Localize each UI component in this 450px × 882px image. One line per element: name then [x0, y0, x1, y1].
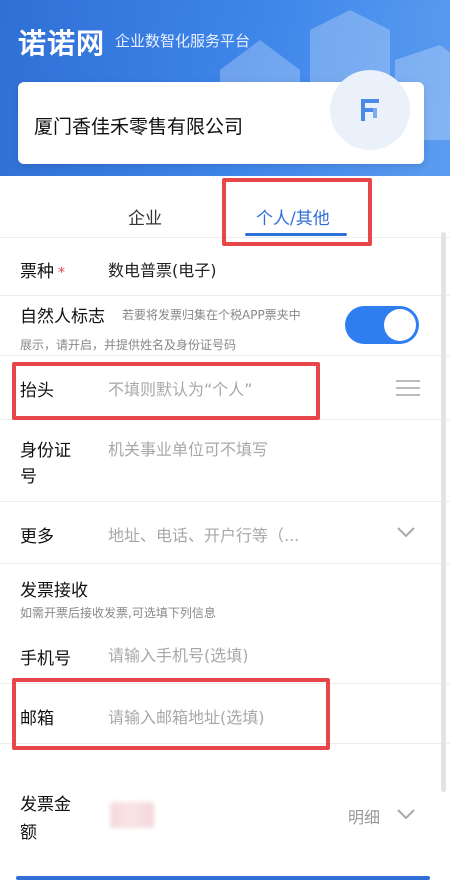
more-row: 更多 地址、电话、开户行等（... — [0, 502, 450, 564]
id-number-label-line1: 身份证 — [20, 441, 71, 461]
more-input[interactable]: 地址、电话、开户行等（... — [108, 522, 299, 546]
bottom-action-edge — [16, 876, 430, 880]
ticket-type-label: 票种 * — [20, 262, 65, 282]
natural-person-hint-line2: 展示，请开启，并提供姓名及身份证号码 — [20, 338, 237, 352]
blurred-amount-value — [110, 802, 154, 828]
receive-hint: 如需开票后接收发票,可选填下列信息 — [20, 606, 216, 620]
natural-person-hint-line1: 若要将发票归集在个税APP票夹中 — [122, 308, 301, 322]
amount-label-line1: 发票金 — [20, 795, 71, 815]
id-number-row: 身份证 号 机关事业单位可不填写 — [0, 420, 450, 502]
natural-person-label: 自然人标志 — [20, 307, 105, 327]
natural-person-row: 自然人标志 若要将发票归集在个税APP票夹中 展示，请开启，并提供姓名及身份证号… — [0, 296, 450, 356]
receive-label: 发票接收 — [20, 581, 88, 601]
toggle-knob — [384, 309, 416, 341]
company-logo-icon — [330, 70, 410, 150]
invoice-header-row: 抬头 不填则默认为“个人” — [0, 356, 450, 420]
tab-personal-other[interactable]: 个人/其他 — [256, 204, 330, 229]
company-name: 厦门香佳禾零售有限公司 — [34, 116, 244, 138]
list-icon[interactable] — [396, 378, 420, 398]
active-tab-indicator — [245, 233, 347, 236]
tab-enterprise[interactable]: 企业 — [128, 204, 162, 229]
ticket-type-row: 票种 * 数电普票(电子) — [0, 240, 450, 296]
company-card: 厦门香佳禾零售有限公司 — [18, 70, 424, 164]
natural-person-toggle[interactable] — [345, 306, 419, 344]
chevron-down-icon[interactable] — [396, 526, 416, 538]
tab-bar: 企业 个人/其他 — [0, 176, 450, 238]
invoice-header-label: 抬头 — [20, 381, 54, 401]
email-row: 邮箱 请输入邮箱地址(选填) — [0, 684, 450, 744]
chevron-down-icon[interactable] — [396, 808, 416, 820]
phone-input[interactable]: 请输入手机号(选填) — [108, 642, 249, 666]
amount-label-line2: 额 — [20, 823, 37, 843]
id-number-input[interactable]: 机关事业单位可不填写 — [108, 436, 268, 460]
phone-label: 手机号 — [20, 649, 71, 669]
invoice-header-input[interactable]: 不填则默认为“个人” — [108, 376, 253, 400]
brand-logo-text: 诺诺网 — [18, 27, 106, 60]
email-label: 邮箱 — [20, 709, 54, 729]
detail-link[interactable]: 明细 — [348, 804, 380, 828]
scrollbar[interactable] — [441, 232, 446, 792]
ticket-type-value[interactable]: 数电普票(电子) — [108, 257, 217, 281]
brand-subtitle: 企业数智化服务平台 — [115, 32, 251, 50]
more-label: 更多 — [20, 527, 54, 547]
email-input[interactable]: 请输入邮箱地址(选填) — [108, 704, 265, 728]
id-number-label-line2: 号 — [20, 467, 37, 487]
required-mark: * — [58, 265, 65, 281]
phone-row: 手机号 请输入手机号(选填) — [0, 626, 450, 684]
amount-row: 发票金 额 明细 — [0, 770, 450, 862]
